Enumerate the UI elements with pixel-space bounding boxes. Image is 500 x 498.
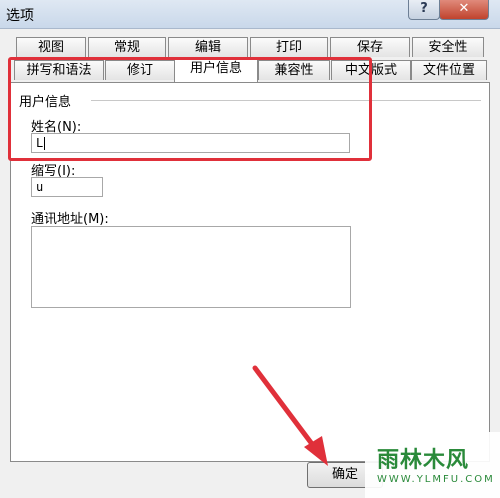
tab-save[interactable]: 保存: [330, 37, 410, 57]
tab-compatibility[interactable]: 兼容性: [258, 60, 330, 80]
tab-general[interactable]: 常规: [88, 37, 166, 57]
initials-field[interactable]: u: [31, 177, 103, 197]
watermark-url: WWW.YLMFU.COM: [377, 474, 495, 485]
name-value: L: [36, 136, 44, 150]
tab-file-locations[interactable]: 文件位置: [411, 60, 487, 80]
group-divider: [91, 100, 481, 101]
address-label: 通讯地址(M):: [31, 212, 109, 227]
tab-print[interactable]: 打印: [250, 37, 328, 57]
text-cursor: [44, 137, 46, 150]
name-field[interactable]: L: [31, 133, 350, 153]
tab-security[interactable]: 安全性: [412, 37, 484, 57]
group-label-user-info: 用户信息: [19, 91, 76, 110]
close-button[interactable]: ✕: [439, 0, 489, 20]
tab-view[interactable]: 视图: [16, 37, 86, 57]
tab-edit[interactable]: 编辑: [168, 37, 248, 57]
address-field[interactable]: [31, 226, 351, 308]
options-dialog: 视图 常规 编辑 打印 保存 安全性 拼写和语法 修订 用户信息 兼容性 中文版…: [0, 29, 500, 498]
watermark-logo: 雨林木风 WWW.YLMFU.COM: [365, 432, 500, 498]
watermark-brand: 雨林木风: [377, 448, 470, 473]
help-button[interactable]: ?: [408, 0, 440, 20]
title-bar: 选项 ? ✕: [0, 0, 500, 29]
tab-user-info[interactable]: 用户信息: [174, 58, 258, 82]
tab-track-changes[interactable]: 修订: [105, 60, 175, 80]
tab-spelling-grammar[interactable]: 拼写和语法: [14, 60, 104, 80]
window-title: 选项: [6, 8, 34, 24]
user-info-panel: 用户信息 姓名(N): L 缩写(I): u 通讯地址(M):: [10, 82, 490, 462]
tab-chinese-layout[interactable]: 中文版式: [331, 60, 411, 80]
